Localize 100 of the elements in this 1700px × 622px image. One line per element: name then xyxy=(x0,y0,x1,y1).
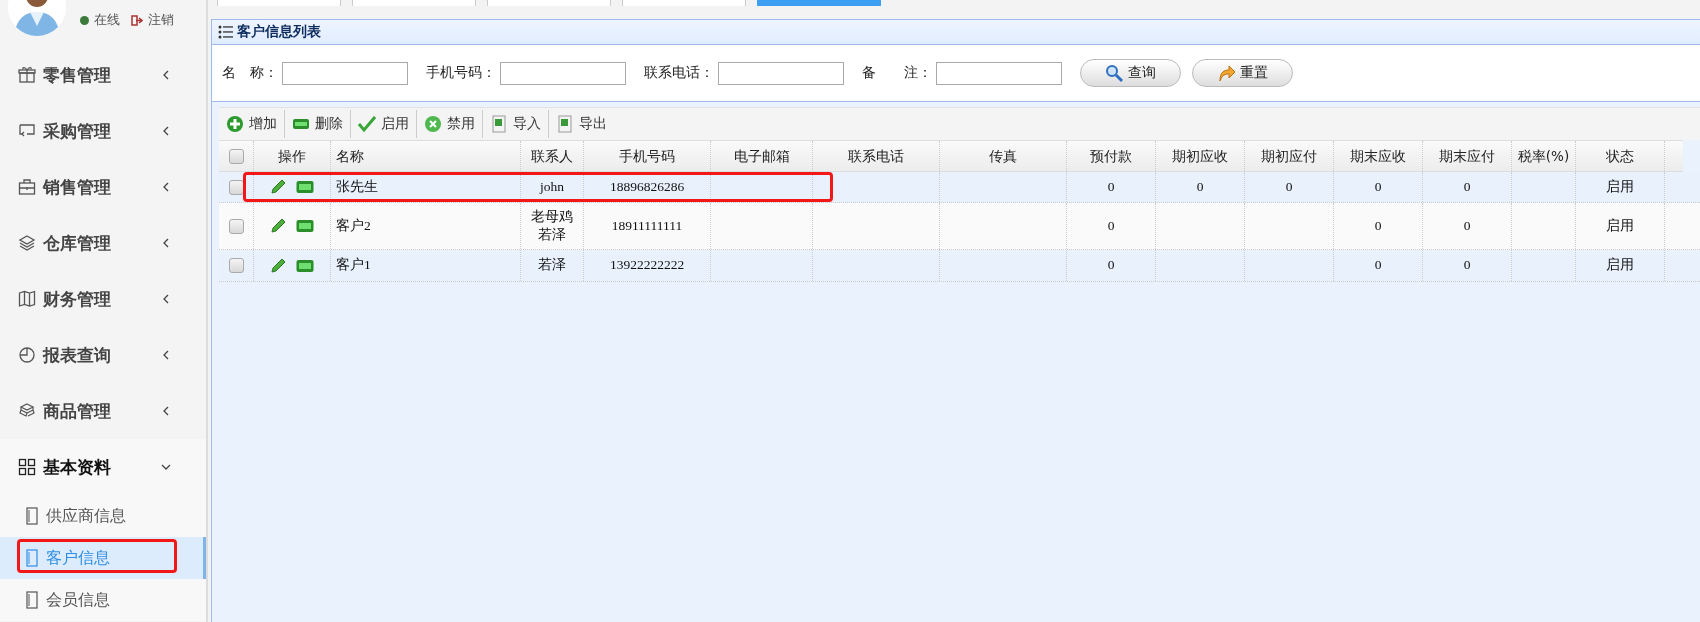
table-cell: 0 xyxy=(1245,172,1334,202)
redo-arrow-icon xyxy=(1217,63,1236,83)
table-cell: 0 xyxy=(1423,250,1512,281)
layers-icon xyxy=(18,234,36,252)
table-cell: 18896826286 xyxy=(584,172,711,202)
table-cell: 客户1 xyxy=(331,250,521,281)
briefcase-icon xyxy=(18,178,36,196)
menu-item[interactable]: 商品管理 xyxy=(0,383,206,439)
menu-item[interactable]: 零售管理 xyxy=(0,47,206,103)
query-button[interactable]: 查询 xyxy=(1080,59,1181,87)
menu-item[interactable]: 财务管理 xyxy=(0,271,206,327)
table-cell: 启用 xyxy=(1576,203,1665,249)
cross-circle-icon xyxy=(424,115,442,133)
checkbox[interactable] xyxy=(228,148,244,164)
table-cell: john xyxy=(521,172,584,202)
menu-item[interactable]: 仓库管理 xyxy=(0,215,206,271)
map-icon xyxy=(18,290,36,308)
column-header[interactable]: 联系人 xyxy=(521,141,584,171)
toolbar-button[interactable]: 导出 xyxy=(549,110,614,138)
pencil-icon[interactable] xyxy=(270,257,286,274)
table-cell: 0 xyxy=(1334,172,1423,202)
column-header[interactable]: 传真 xyxy=(940,141,1067,171)
field-label: 手机号码： xyxy=(426,64,496,82)
search-icon xyxy=(1105,63,1124,83)
toolbar-button[interactable]: 增加 xyxy=(219,110,285,138)
notebook-icon xyxy=(26,549,38,567)
field-label: 名 称： xyxy=(222,64,278,82)
table-cell: 0 xyxy=(1156,172,1245,202)
pie-chart-icon xyxy=(18,346,36,364)
table-cell: 18911111111 xyxy=(584,203,711,249)
pencil-icon[interactable] xyxy=(270,179,286,195)
checkbox[interactable] xyxy=(228,179,244,195)
table-cell: 若泽 xyxy=(521,250,584,281)
table-cell: 老母鸡若泽 xyxy=(521,203,584,249)
table-cell: 0 xyxy=(1334,250,1423,281)
list-icon xyxy=(218,25,234,39)
table-cell: 0 xyxy=(1067,250,1156,281)
checkbox[interactable] xyxy=(228,218,244,234)
table-cell: 启用 xyxy=(1576,172,1665,202)
submenu-item[interactable]: 供应商信息 xyxy=(0,495,206,537)
box-icon xyxy=(18,402,36,420)
input-field[interactable] xyxy=(282,61,408,85)
field-label: 备 注： xyxy=(862,64,932,82)
column-header[interactable]: 预付款 xyxy=(1067,141,1156,171)
chevron-left-icon xyxy=(161,238,171,248)
chevron-left-icon xyxy=(161,182,171,192)
plus-icon xyxy=(226,115,244,133)
gift-icon xyxy=(18,66,36,84)
status-text: 在线 xyxy=(94,12,120,29)
toolbar-button[interactable]: 删除 xyxy=(285,110,351,138)
chevron-down-icon xyxy=(161,462,171,472)
table-cell: 0 xyxy=(1067,203,1156,249)
submenu-item[interactable]: 会员信息 xyxy=(0,579,206,621)
table-cell: 13922222222 xyxy=(584,250,711,281)
toolbar-button[interactable]: 禁用 xyxy=(417,110,483,138)
column-header[interactable]: 税率(%) xyxy=(1512,141,1576,171)
column-header[interactable]: 操作 xyxy=(254,141,331,171)
input-field[interactable] xyxy=(936,61,1062,85)
checkbox[interactable] xyxy=(228,258,244,273)
column-header[interactable]: 电子邮箱 xyxy=(711,141,813,171)
column-header[interactable]: 手机号码 xyxy=(584,141,711,171)
chevron-left-icon xyxy=(161,294,171,304)
column-header[interactable]: 名称 xyxy=(331,141,521,171)
grid-icon xyxy=(18,458,36,476)
column-header[interactable]: 联系电话 xyxy=(813,141,940,171)
chevron-left-icon xyxy=(161,126,171,136)
notebook-icon xyxy=(26,507,38,525)
menu-item[interactable]: 基本资料 xyxy=(0,439,206,495)
pencil-icon[interactable] xyxy=(270,218,286,234)
table-cell: 启用 xyxy=(1576,250,1665,281)
minus-icon[interactable] xyxy=(296,219,314,233)
table-cell: 0 xyxy=(1423,203,1512,249)
chevron-left-icon xyxy=(161,406,171,416)
column-header[interactable]: 期末应收 xyxy=(1334,141,1423,171)
reset-button[interactable]: 重置 xyxy=(1192,59,1293,87)
check-icon xyxy=(358,115,376,133)
column-header[interactable]: 期初应收 xyxy=(1156,141,1245,171)
chevron-left-icon xyxy=(161,70,171,80)
table-cell: 张先生 xyxy=(331,172,521,202)
column-header[interactable]: 期末应付 xyxy=(1423,141,1512,171)
menu-item[interactable]: 报表查询 xyxy=(0,327,206,383)
menu-item[interactable]: 销售管理 xyxy=(0,159,206,215)
table-cell: 客户2 xyxy=(331,203,521,249)
menu-item[interactable]: 采购管理 xyxy=(0,103,206,159)
logout-link[interactable]: 注销 xyxy=(148,12,174,29)
input-field[interactable] xyxy=(500,61,626,85)
input-field[interactable] xyxy=(718,61,844,85)
toolbar-button[interactable]: 启用 xyxy=(351,110,417,138)
column-header[interactable]: 状态 xyxy=(1576,141,1665,171)
table-cell: 0 xyxy=(1334,203,1423,249)
toolbar-button[interactable]: 导入 xyxy=(483,110,549,138)
table-cell: 0 xyxy=(1423,172,1512,202)
notebook-icon xyxy=(26,591,38,609)
logout-icon xyxy=(131,15,143,26)
column-header[interactable]: 期初应付 xyxy=(1245,141,1334,171)
minus-icon[interactable] xyxy=(296,180,314,194)
panel-title: 客户信息列表 xyxy=(237,23,321,41)
spreadsheet-icon xyxy=(556,115,574,133)
spreadsheet-icon xyxy=(490,115,508,133)
minus-icon[interactable] xyxy=(296,258,314,273)
